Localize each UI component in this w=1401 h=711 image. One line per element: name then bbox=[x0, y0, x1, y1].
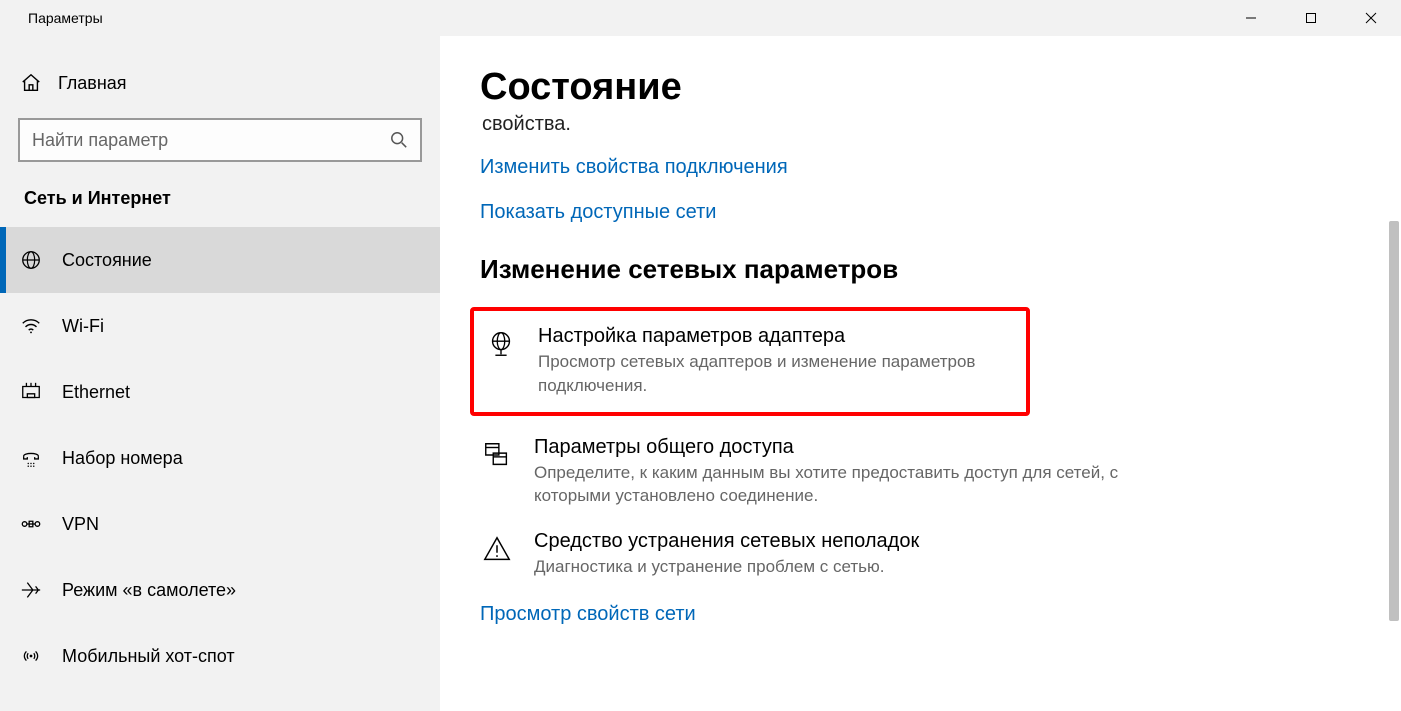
sharing-icon bbox=[480, 438, 514, 472]
airplane-icon bbox=[20, 579, 42, 601]
option-title: Средство устранения сетевых неполадок bbox=[534, 530, 1120, 553]
truncated-paragraph-text: свойства. bbox=[480, 113, 1361, 136]
dialup-icon bbox=[20, 447, 42, 469]
option-description: Просмотр сетевых адаптеров и изменение п… bbox=[538, 350, 1016, 398]
sidebar-item-label: Набор номера bbox=[62, 448, 183, 469]
sidebar-item-label: Ethernet bbox=[62, 382, 130, 403]
link-view-network-properties[interactable]: Просмотр свойств сети bbox=[480, 601, 696, 628]
ethernet-icon bbox=[20, 381, 42, 403]
option-adapter-settings[interactable]: Настройка параметров адаптера Просмотр с… bbox=[480, 319, 1020, 404]
highlight-adapter-settings: Настройка параметров адаптера Просмотр с… bbox=[470, 307, 1030, 416]
link-show-available-networks[interactable]: Показать доступные сети bbox=[480, 199, 716, 226]
sidebar-item-label: Wi-Fi bbox=[62, 316, 104, 337]
home-icon bbox=[20, 72, 42, 94]
window-controls bbox=[1221, 0, 1401, 36]
close-button[interactable] bbox=[1341, 0, 1401, 36]
sidebar-item-airplane[interactable]: Режим «в самолете» bbox=[0, 557, 440, 623]
sidebar-item-vpn[interactable]: VPN bbox=[0, 491, 440, 557]
link-change-connection-properties[interactable]: Изменить свойства подключения bbox=[480, 154, 788, 181]
option-sharing-settings[interactable]: Параметры общего доступа Определите, к к… bbox=[480, 426, 1120, 521]
sidebar-item-ethernet[interactable]: Ethernet bbox=[0, 359, 440, 425]
scrollbar-thumb[interactable] bbox=[1389, 221, 1399, 621]
globe-icon bbox=[20, 249, 42, 271]
sidebar-item-hotspot[interactable]: Мобильный хот-спот bbox=[0, 623, 440, 689]
option-description: Определите, к каким данным вы хотите пре… bbox=[534, 461, 1120, 509]
sidebar-item-label: VPN bbox=[62, 514, 99, 535]
wifi-icon bbox=[20, 315, 42, 337]
window-title: Параметры bbox=[0, 10, 103, 26]
search-box[interactable] bbox=[18, 118, 422, 162]
section-change-network-params: Изменение сетевых параметров bbox=[480, 254, 1361, 285]
sidebar-home[interactable]: Главная bbox=[0, 62, 440, 104]
sidebar-item-wifi[interactable]: Wi-Fi bbox=[0, 293, 440, 359]
maximize-button[interactable] bbox=[1281, 0, 1341, 36]
sidebar-section-header: Сеть и Интернет bbox=[0, 184, 440, 227]
main-content: Состояние свойства. Изменить свойства по… bbox=[440, 36, 1401, 711]
option-description: Диагностика и устранение проблем с сетью… bbox=[534, 555, 1120, 579]
vpn-icon bbox=[20, 513, 42, 535]
sidebar-item-label: Мобильный хот-спот bbox=[62, 646, 235, 667]
titlebar: Параметры bbox=[0, 0, 1401, 36]
hotspot-icon bbox=[20, 645, 42, 667]
sidebar-item-label: Режим «в самолете» bbox=[62, 580, 236, 601]
search-input[interactable] bbox=[32, 130, 390, 151]
sidebar-home-label: Главная bbox=[58, 73, 127, 94]
page-title: Состояние bbox=[480, 66, 1361, 109]
sidebar-item-dialup[interactable]: Набор номера bbox=[0, 425, 440, 491]
sidebar: Главная Сеть и Интернет bbox=[0, 36, 440, 711]
sidebar-item-status[interactable]: Состояние bbox=[0, 227, 440, 293]
sidebar-item-label: Состояние bbox=[62, 250, 152, 271]
option-title: Настройка параметров адаптера bbox=[538, 325, 1016, 348]
minimize-button[interactable] bbox=[1221, 0, 1281, 36]
scrollbar[interactable] bbox=[1387, 76, 1401, 705]
search-icon bbox=[390, 131, 408, 149]
globe-stand-icon bbox=[484, 327, 518, 361]
option-troubleshoot[interactable]: Средство устранения сетевых неполадок Ди… bbox=[480, 520, 1120, 591]
warning-triangle-icon bbox=[480, 532, 514, 566]
option-title: Параметры общего доступа bbox=[534, 436, 1120, 459]
